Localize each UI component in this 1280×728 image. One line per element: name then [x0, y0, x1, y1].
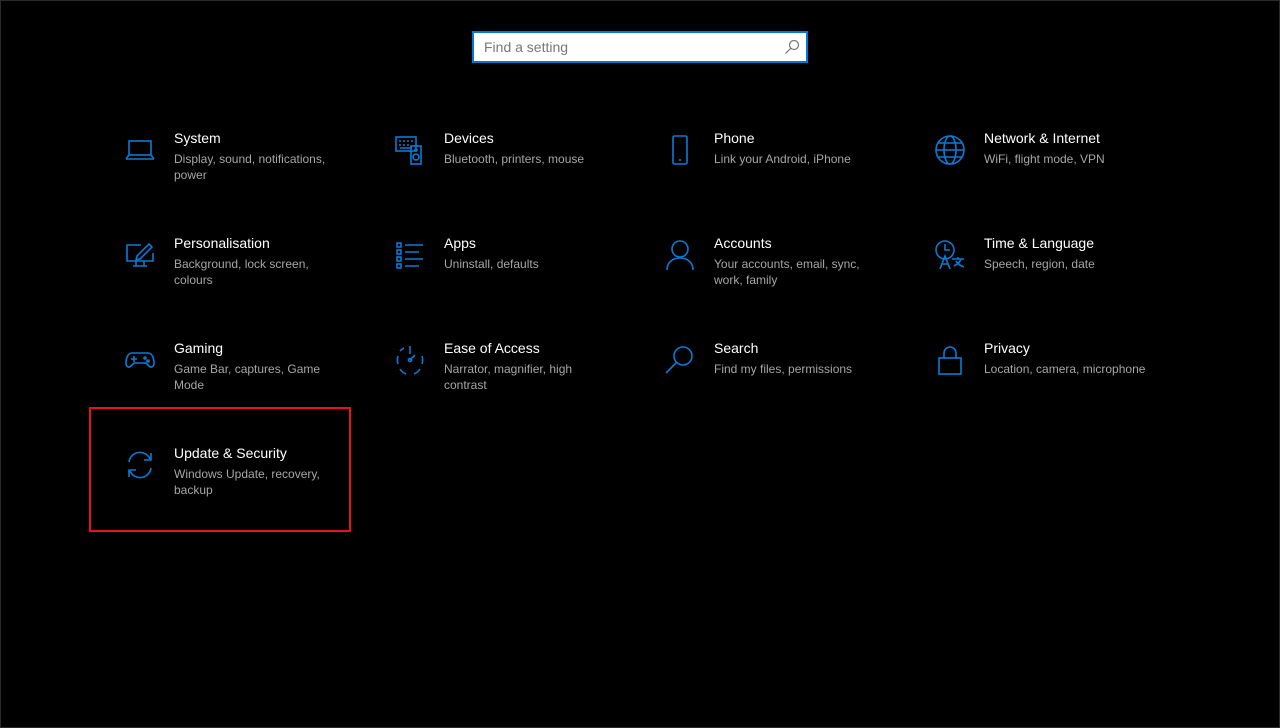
settings-tile-personalisation[interactable]: Personalisation Background, lock screen,… [90, 235, 350, 335]
settings-tile-system[interactable]: System Display, sound, notifications, po… [90, 130, 350, 230]
person-icon [666, 240, 694, 271]
tile-title: Phone [714, 130, 755, 146]
tile-title: Privacy [984, 340, 1030, 356]
settings-tile-phone[interactable]: Phone Link your Android, iPhone [630, 130, 890, 230]
tile-description: Location, camera, microphone [984, 362, 1146, 376]
gamepad-icon [125, 352, 155, 368]
settings-tile-apps[interactable]: Apps Uninstall, defaults [360, 235, 620, 335]
tile-description: Your accounts, email, sync, work, family [714, 257, 860, 287]
tile-title: Time & Language [984, 235, 1094, 251]
lock-icon [938, 346, 962, 375]
search-input[interactable] [474, 33, 774, 61]
settings-tile-devices[interactable]: Devices Bluetooth, printers, mouse [360, 130, 620, 230]
magnifier-icon [665, 346, 693, 374]
tile-description: Narrator, magnifier, high contrast [444, 362, 573, 392]
tile-description: Bluetooth, printers, mouse [444, 152, 585, 166]
globe-icon [935, 135, 965, 165]
time-language-icon [935, 240, 965, 270]
tile-title: Accounts [714, 235, 772, 251]
tile-description: Game Bar, captures, Game Mode [174, 362, 321, 392]
tile-title: Apps [444, 235, 476, 251]
settings-tile-privacy[interactable]: Privacy Location, camera, microphone [900, 340, 1160, 440]
tile-description: Display, sound, notifications, power [174, 152, 326, 182]
search-icon[interactable] [784, 39, 800, 55]
settings-tile-time-language[interactable]: Time & Language Speech, region, date [900, 235, 1160, 335]
tile-title: Gaming [174, 340, 224, 356]
tile-description: Link your Android, iPhone [714, 152, 851, 166]
laptop-icon [125, 140, 155, 160]
ease-of-access-icon [396, 346, 424, 375]
paint-monitor-icon [126, 242, 154, 267]
settings-tile-accounts[interactable]: Accounts Your accounts, email, sync, wor… [630, 235, 890, 335]
tile-description: Background, lock screen, colours [174, 257, 309, 287]
settings-tile-ease-of-access[interactable]: Ease of Access Narrator, magnifier, high… [360, 340, 620, 440]
apps-list-icon [396, 242, 423, 269]
tile-description: Uninstall, defaults [444, 257, 539, 271]
tile-description: Find my files, permissions [714, 362, 853, 376]
tile-title: Network & Internet [984, 130, 1100, 146]
settings-tile-network-internet[interactable]: Network & Internet WiFi, flight mode, VP… [900, 130, 1160, 230]
tile-title: Devices [444, 130, 494, 146]
tile-title: Search [714, 340, 759, 356]
tile-title: Ease of Access [444, 340, 540, 356]
find-setting-search[interactable] [472, 31, 808, 63]
phone-icon [672, 135, 688, 165]
tile-title: Personalisation [174, 235, 270, 251]
highlight-box [89, 407, 351, 532]
settings-tile-search[interactable]: Search Find my files, permissions [630, 340, 890, 440]
tile-description: WiFi, flight mode, VPN [984, 152, 1105, 166]
tile-description: Speech, region, date [984, 257, 1095, 271]
keyboard-speaker-icon [395, 136, 422, 165]
tile-title: System [174, 130, 221, 146]
